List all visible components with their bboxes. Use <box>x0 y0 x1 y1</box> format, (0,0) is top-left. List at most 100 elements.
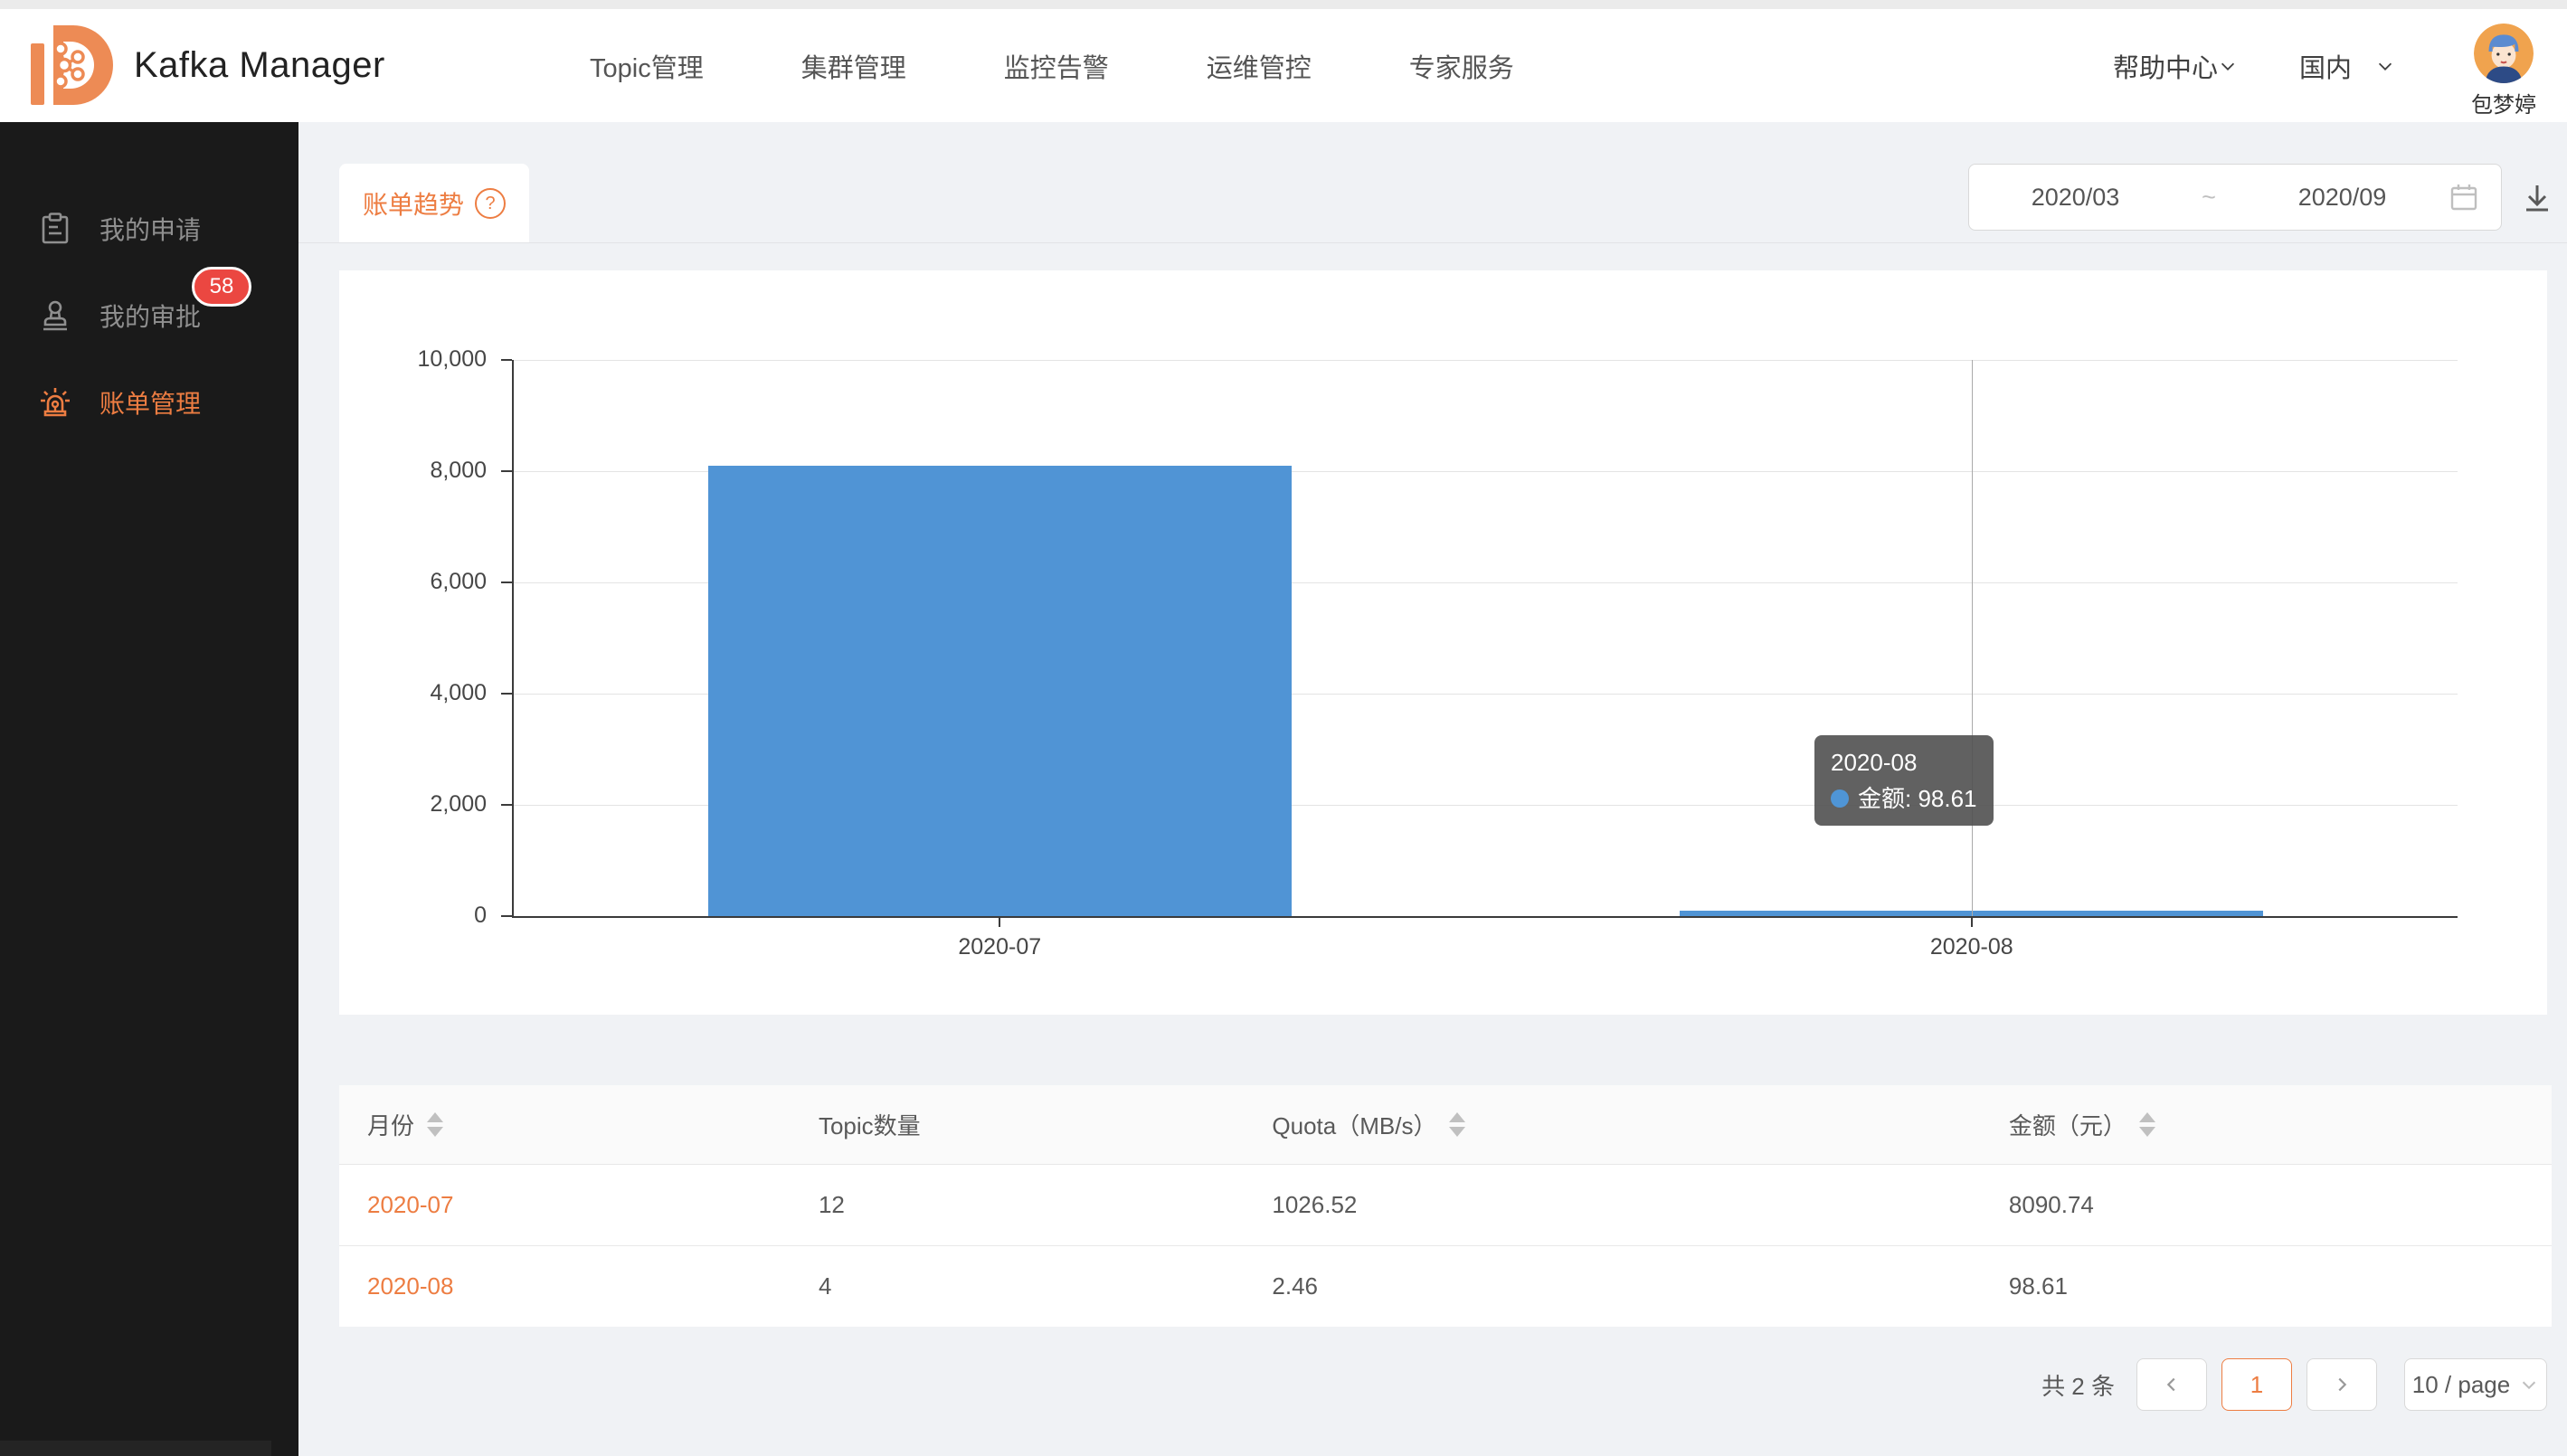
user-menu[interactable]: 包梦婷 <box>2471 24 2536 118</box>
y-axis-tick <box>501 804 512 806</box>
nav-item-专家服务[interactable]: 专家服务 <box>1409 47 1514 85</box>
y-axis-tick <box>501 915 512 917</box>
date-range-picker[interactable]: 2020/03 ~ 2020/09 <box>1968 164 2502 231</box>
bar-chart: 02,0004,0006,0008,00010,0002020-072020-0… <box>514 360 2458 916</box>
sort-icon[interactable] <box>1449 1112 1465 1137</box>
y-axis-label: 4,000 <box>315 680 487 706</box>
bar-2020-07[interactable] <box>708 466 1292 916</box>
clipboard-icon <box>38 212 72 246</box>
table-cell: 2020-08 <box>339 1272 791 1300</box>
notification-badge: 58 <box>192 267 251 307</box>
table-row: 2020-0842.4698.61 <box>339 1245 2552 1327</box>
date-start-value[interactable]: 2020/03 <box>1969 184 2182 212</box>
date-end-value[interactable]: 2020/09 <box>2236 184 2449 212</box>
sort-icon[interactable] <box>427 1112 443 1137</box>
siren-icon <box>38 385 72 420</box>
y-axis-label: 8,000 <box>315 458 487 484</box>
pagination: 共 2 条 1 10 / page <box>298 1358 2547 1411</box>
chevron-down-icon <box>2519 1375 2539 1395</box>
table-header-row: 月份 Topic数量 Quota（MB/s） 金额（元） <box>339 1085 2552 1164</box>
stamp-icon <box>38 298 72 333</box>
chevron-down-icon <box>2375 56 2395 76</box>
chart-gridline <box>514 360 2458 361</box>
sort-icon[interactable] <box>2139 1112 2155 1137</box>
sidebar-footer-bar[interactable] <box>0 1441 271 1456</box>
y-axis-tick <box>501 359 512 361</box>
toolbar: 账单趋势 ? 2020/03 ~ 2020/09 <box>298 164 2567 243</box>
column-header-label: 金额（元） <box>2009 1108 2127 1141</box>
table-row: 2020-07121026.528090.74 <box>339 1164 2552 1245</box>
sidebar-item-label: 我的审批 <box>99 298 201 334</box>
column-header-label: Quota（MB/s） <box>1272 1108 1436 1141</box>
chart-x-axis <box>512 916 2458 918</box>
sidebar-item-我的申请[interactable]: 我的申请 <box>0 185 298 272</box>
sidebar: 我的申请我的审批58 账单管理 <box>0 122 298 1456</box>
pagination-total: 共 2 条 <box>2041 1368 2115 1402</box>
series-dot-icon <box>1831 789 1849 808</box>
column-header-Quota（MB/s）: Quota（MB/s） <box>1244 1108 1981 1141</box>
bill-trend-chart-card: 02,0004,0006,0008,00010,0002020-072020-0… <box>339 270 2547 1015</box>
column-header-label: 月份 <box>367 1108 414 1141</box>
sidebar-item-label: 我的申请 <box>99 211 201 247</box>
nav-item-Topic管理[interactable]: Topic管理 <box>590 47 704 85</box>
table-cell: 98.61 <box>1981 1272 2552 1300</box>
avatar <box>2474 24 2534 83</box>
date-separator: ~ <box>2182 184 2236 212</box>
app-title: Kafka Manager <box>134 45 385 86</box>
sidebar-item-我的审批[interactable]: 我的审批58 <box>0 272 298 359</box>
chart-tooltip: 2020-08金额: 98.61 <box>1814 735 1994 826</box>
page-size-select[interactable]: 10 / page <box>2404 1358 2547 1411</box>
question-circle-icon[interactable]: ? <box>475 188 506 219</box>
next-page-button[interactable] <box>2307 1358 2377 1411</box>
tooltip-value-row: 金额: 98.61 <box>1831 780 1977 817</box>
calendar-icon[interactable] <box>2449 182 2479 213</box>
chevron-left-icon <box>2162 1375 2182 1395</box>
tab-label: 账单趋势 <box>363 185 464 222</box>
chevron-right-icon <box>2332 1375 2352 1395</box>
page-size-label: 10 / page <box>2412 1371 2510 1399</box>
nav-item-运维管控[interactable]: 运维管控 <box>1207 47 1312 85</box>
sidebar-item-label: 账单管理 <box>99 384 201 421</box>
region-label: 国内 <box>2299 47 2352 85</box>
kafka-manager-logo-icon <box>24 20 114 110</box>
chart-crosshair-line <box>1972 360 1973 916</box>
region-select[interactable]: 国内 <box>2299 47 2395 85</box>
x-axis-label: 2020-07 <box>891 934 1108 960</box>
download-button[interactable] <box>2519 180 2555 216</box>
main-content: 账单趋势 ? 2020/03 ~ 2020/09 <box>298 122 2567 1456</box>
y-axis-label: 0 <box>315 903 487 929</box>
column-header-金额（元）: 金额（元） <box>1981 1108 2552 1141</box>
column-header-Topic数量: Topic数量 <box>791 1108 1244 1141</box>
brand-logo-home[interactable]: Kafka Manager <box>24 20 385 110</box>
y-axis-label: 6,000 <box>315 569 487 595</box>
table-cell: 1026.52 <box>1244 1191 1981 1219</box>
table-cell: 2.46 <box>1244 1272 1981 1300</box>
tooltip-value: 金额: 98.61 <box>1858 780 1977 817</box>
y-axis-tick <box>501 581 512 583</box>
chart-y-axis <box>512 360 514 918</box>
tooltip-title: 2020-08 <box>1831 744 1977 780</box>
y-axis-tick <box>501 470 512 472</box>
column-header-月份: 月份 <box>339 1108 791 1141</box>
month-link-2020-07[interactable]: 2020-07 <box>367 1191 453 1219</box>
help-center-menu[interactable]: 帮助中心 <box>2113 47 2238 85</box>
user-name: 包梦婷 <box>2471 87 2536 118</box>
tab-bill-trend[interactable]: 账单趋势 ? <box>339 164 529 242</box>
sidebar-item-账单管理[interactable]: 账单管理 <box>0 359 298 446</box>
column-header-label: Topic数量 <box>819 1108 921 1141</box>
browser-top-strip <box>0 0 2567 9</box>
table-cell: 12 <box>791 1191 1244 1219</box>
prev-page-button[interactable] <box>2136 1358 2207 1411</box>
page-1-button[interactable]: 1 <box>2221 1358 2292 1411</box>
bill-table: 月份 Topic数量 Quota（MB/s） 金额（元） 2020-07 121026.… <box>339 1085 2552 1327</box>
nav-item-监控告警[interactable]: 监控告警 <box>1004 47 1109 85</box>
table-cell: 2020-07 <box>339 1191 791 1219</box>
y-axis-tick <box>501 693 512 695</box>
month-link-2020-08[interactable]: 2020-08 <box>367 1272 453 1300</box>
header-right: 帮助中心 国内 <box>2113 9 2536 122</box>
nav-item-集群管理[interactable]: 集群管理 <box>801 47 906 85</box>
y-axis-label: 2,000 <box>315 791 487 818</box>
y-axis-label: 10,000 <box>315 346 487 373</box>
app-root: Kafka Manager Topic管理 集群管理 监控告警 运维管控 专家服务 帮助… <box>0 0 2567 1456</box>
main-nav: Topic管理 集群管理 监控告警 运维管控 专家服务 <box>590 9 1514 122</box>
